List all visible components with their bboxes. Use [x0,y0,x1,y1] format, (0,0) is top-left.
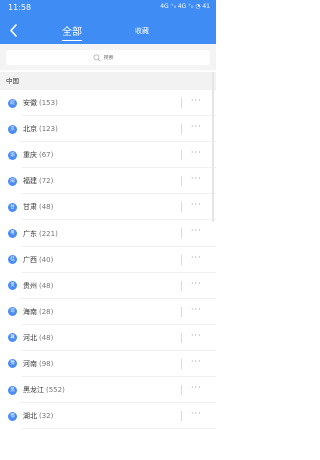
province-badge: 琼 [8,307,17,317]
list-item[interactable]: 甘甘肃 (48) ··· [0,194,216,221]
more-icon[interactable]: ··· [191,96,202,105]
tab-favorite[interactable]: 收藏 [135,26,149,36]
province-name: 湖北 [23,412,37,421]
list-item[interactable]: 冀河北 (48) ··· [0,325,216,352]
list-item[interactable]: 渝重庆 (67) ··· [0,142,216,169]
search-bar [0,44,216,70]
province-badge: 京 [8,124,17,134]
province-list: 皖安徽 (153) ··· 京北京 (123) ··· 渝重庆 (67) ··· 闽福建 (72) ·… [0,90,216,430]
province-count: (123) [39,125,58,134]
province-count: (221) [39,229,58,238]
province-badge: 皖 [8,98,17,108]
divider [181,411,182,422]
divider [181,150,182,161]
province-name: 北京 [23,125,37,134]
more-icon[interactable]: ··· [191,200,202,209]
divider [181,202,182,213]
chevron-left-icon [9,23,17,37]
province-count: (32) [39,412,54,421]
list-item[interactable]: 皖安徽 (153) ··· [0,90,216,117]
more-icon[interactable]: ··· [191,409,202,418]
list-item[interactable]: 桂广西 (40) ··· [0,247,216,273]
status-bar: 11:58 4G ⁺ᵢₗ 4G ⁺ᵢₗ ◔ 41 [0,0,216,16]
divider [181,332,182,343]
app-header: 11:58 4G ⁺ᵢₗ 4G ⁺ᵢₗ ◔ 41 全部 收藏 [0,0,216,44]
more-icon[interactable]: ··· [191,279,202,288]
province-name: 贵州 [23,281,37,290]
province-count: (552) [46,386,65,395]
province-name: 河北 [23,333,37,342]
province-badge: 冀 [8,333,17,343]
divider [181,306,182,317]
province-count: (67) [39,151,54,160]
status-time: 11:58 [8,3,32,12]
province-name: 福建 [23,177,37,186]
province-name: 安徽 [23,99,37,108]
scrollbar[interactable] [212,72,214,222]
divider [181,280,182,291]
divider [181,98,182,108]
province-name: 黑龙江 [23,386,44,395]
province-name: 河南 [23,359,37,368]
list-item[interactable]: 豫河南 (98) ··· [0,351,216,378]
divider [181,358,182,369]
divider [181,254,182,265]
status-icons: 4G ⁺ᵢₗ 4G ⁺ᵢₗ ◔ 41 [160,3,210,10]
list-item[interactable]: 琼海南 (28) ··· [0,299,216,325]
province-badge: 豫 [8,359,17,369]
province-count: (48) [39,333,54,342]
list-item[interactable]: 闽福建 (72) ··· [0,168,216,195]
province-badge: 渝 [8,150,17,160]
more-icon[interactable]: ··· [191,253,202,262]
province-badge: 桂 [8,255,17,265]
tab-all[interactable]: 全部 [62,23,82,41]
search-input[interactable] [103,54,124,61]
province-badge: 贵 [8,281,17,291]
list-item[interactable]: 黑黑龙江 (552) ··· [0,377,216,404]
more-icon[interactable]: ··· [191,305,202,314]
search-box[interactable] [6,50,210,65]
more-icon[interactable]: ··· [191,383,202,392]
province-name: 海南 [23,307,37,316]
list-item[interactable]: 贵贵州 (48) ··· [0,273,216,299]
more-icon[interactable]: ··· [191,174,202,183]
province-count: (48) [39,281,54,290]
province-count: (40) [39,255,54,264]
section-header: 中国 [0,72,216,90]
province-count: (72) [39,177,54,186]
more-icon[interactable]: ··· [191,122,202,131]
province-name: 广西 [23,255,37,264]
divider [181,124,182,135]
back-button[interactable] [6,21,20,39]
more-icon[interactable]: ··· [191,226,202,235]
province-badge: 粤 [8,229,17,239]
province-badge: 闽 [8,176,17,186]
divider [181,176,182,187]
province-badge: 鄂 [8,411,17,421]
divider [181,385,182,396]
province-count: (98) [39,359,54,368]
list-item[interactable]: 粤广东 (221) ··· [0,220,216,247]
province-name: 广东 [23,229,37,238]
more-icon[interactable]: ··· [191,148,202,157]
list-item[interactable]: 京北京 (123) ··· [0,116,216,143]
search-icon [92,53,101,62]
more-icon[interactable]: ··· [191,357,202,366]
more-icon[interactable]: ··· [191,331,202,340]
province-count: (48) [39,203,54,212]
province-count: (28) [39,307,54,316]
province-badge: 甘 [8,202,17,212]
province-count: (153) [39,99,58,108]
divider [181,228,182,239]
province-name: 甘肃 [23,203,37,212]
nav-bar: 全部 收藏 [0,18,216,44]
province-name: 重庆 [23,151,37,160]
list-item[interactable]: 鄂湖北 (32) ··· [0,403,216,430]
province-badge: 黑 [8,385,17,395]
